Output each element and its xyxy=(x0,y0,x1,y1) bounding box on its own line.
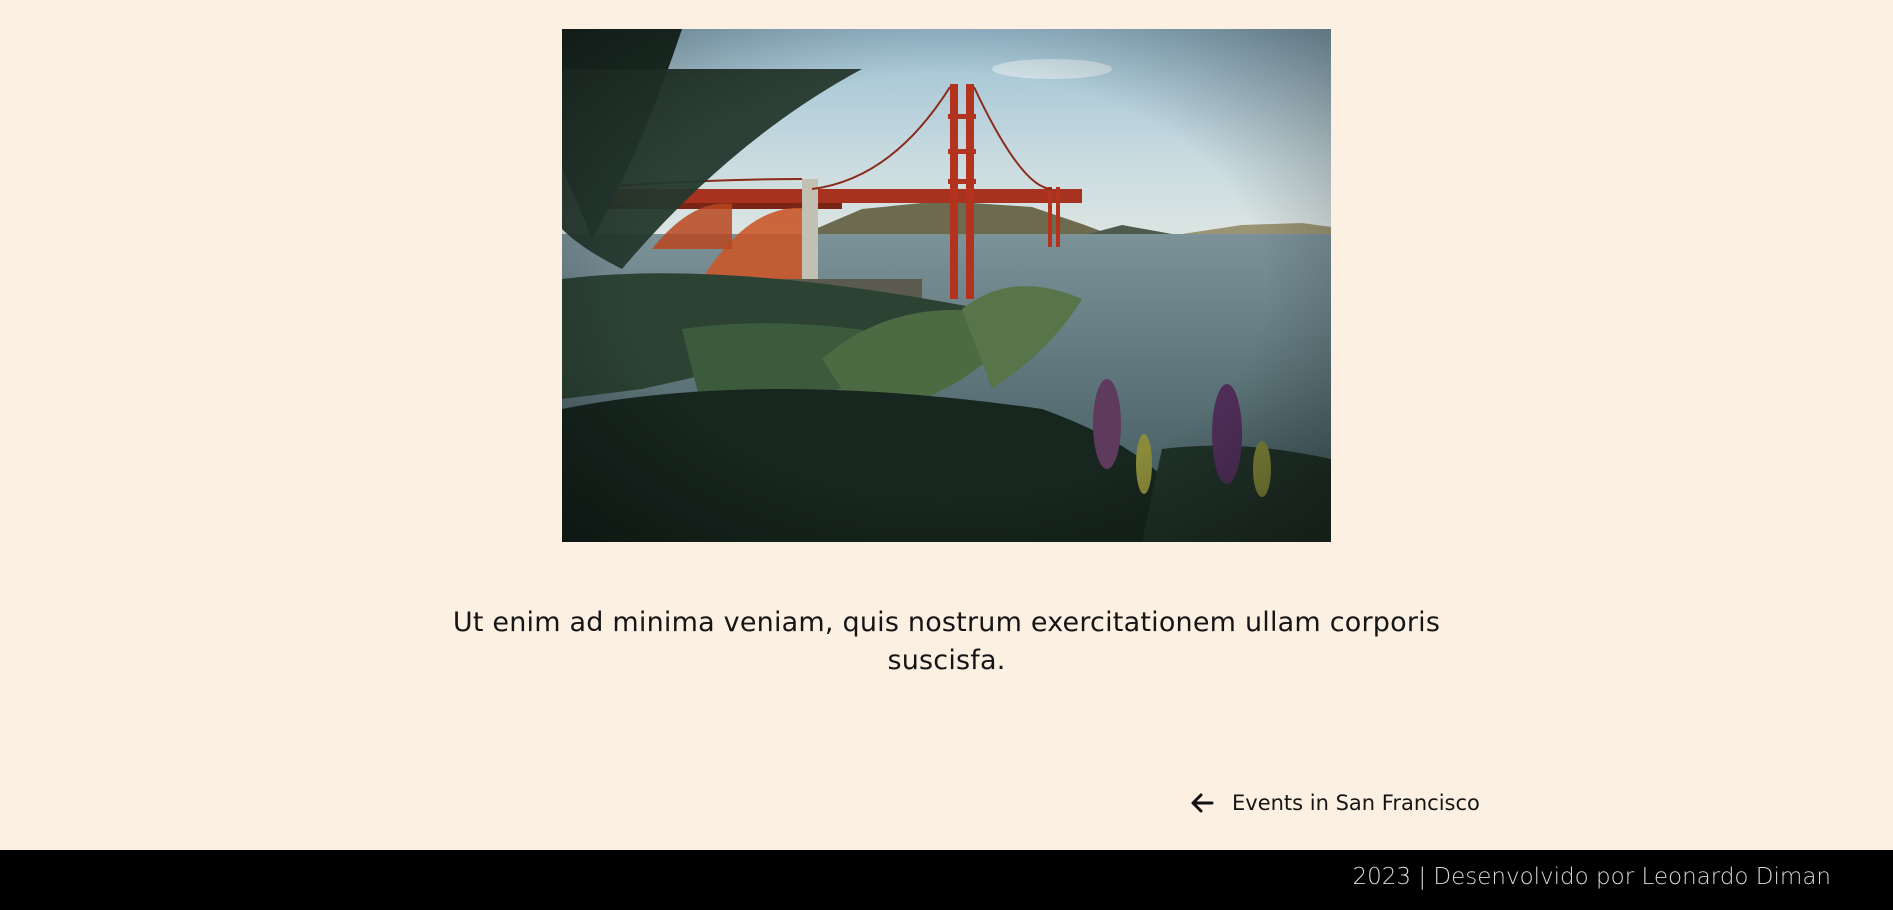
back-link-label: Events in San Francisco xyxy=(1232,791,1480,815)
hero-image xyxy=(562,29,1331,542)
page: Ut enim ad minima veniam, quis nostrum e… xyxy=(0,0,1893,910)
footer-credit: 2023 | Desenvolvido por Leonardo Diman xyxy=(1352,864,1832,890)
article-caption: Ut enim ad minima veniam, quis nostrum e… xyxy=(452,607,1441,676)
footer: 2023 | Desenvolvido por Leonardo Diman xyxy=(0,850,1893,910)
back-to-events-link[interactable]: Events in San Francisco xyxy=(1188,786,1480,820)
arrow-left-icon xyxy=(1188,789,1216,817)
